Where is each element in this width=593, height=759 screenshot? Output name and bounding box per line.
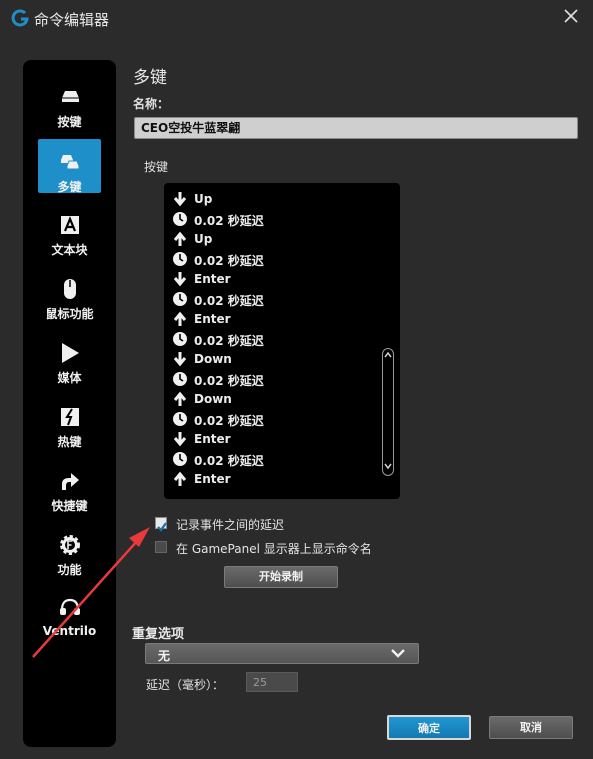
key-sequence-text: 0.02 秒延迟 (194, 254, 264, 268)
key-sequence-list[interactable]: Up 0.02 秒延迟 Up 0.02 秒延迟 Enter 0.02 秒延迟 Enter 0.… (164, 183, 400, 499)
record-delay-checkbox[interactable] (155, 517, 167, 532)
repeat-select-value: 无 (158, 649, 171, 663)
scrollbar-track[interactable] (382, 348, 394, 476)
key-sequence-item[interactable]: Down (172, 349, 382, 369)
sidebar-item-hotkey[interactable]: 热键 (23, 402, 116, 464)
sidebar-item-label: 媒体 (57, 371, 82, 385)
logitech-g-logo-icon (11, 9, 29, 27)
hotkey-icon (61, 408, 79, 426)
sidebar-item-label: 快捷键 (51, 499, 88, 513)
arrow-down-icon (173, 432, 187, 447)
arrow-down-icon (173, 272, 187, 287)
key-sequence-text: Enter (194, 312, 231, 326)
section-title: 多键 (133, 68, 167, 88)
key-sequence-item[interactable]: Enter (172, 469, 382, 489)
function-gear-icon (60, 535, 80, 555)
arrow-up-icon (173, 471, 187, 486)
key-sequence-item[interactable]: Enter (172, 309, 382, 329)
key-sequence-text: Down (194, 392, 232, 406)
key-sequence-text: Enter (194, 432, 231, 446)
key-sequence-item[interactable]: Enter (172, 429, 382, 449)
arrow-up-icon (173, 311, 187, 326)
key-sequence-item[interactable]: Up (172, 229, 382, 249)
delay-input[interactable]: 25 (246, 672, 298, 692)
key-sequence-item[interactable]: Enter (172, 269, 382, 289)
start-record-button[interactable]: 开始录制 (224, 566, 338, 588)
clock-icon (173, 332, 187, 346)
key-icon (62, 91, 79, 102)
cancel-button[interactable]: 取消 (489, 716, 573, 739)
sidebar-item-label: 多键 (57, 180, 82, 194)
key-sequence-text: Up (194, 232, 213, 246)
sidebar-item-label: 按键 (57, 115, 82, 129)
shortcut-arrow-icon (62, 473, 79, 490)
key-sequence-text: 0.02 秒延迟 (194, 294, 264, 308)
sidebar-item-text-block[interactable]: 文本块 (23, 210, 116, 272)
gamepanel-label: 在 GamePanel 显示器上显示命令名 (176, 542, 372, 556)
clock-icon (173, 212, 187, 226)
mouse-icon (64, 279, 76, 299)
key-sequence-text: Enter (194, 472, 231, 486)
clock-icon (173, 412, 187, 426)
key-sequence-item[interactable]: 0.02 秒延迟 (172, 449, 382, 469)
clock-icon (173, 372, 187, 386)
key-sequence-text: 0.02 秒延迟 (194, 334, 264, 348)
close-icon[interactable] (563, 8, 579, 24)
key-sequence-text: 0.02 秒延迟 (194, 374, 264, 388)
name-label: 名称： (133, 97, 170, 111)
sidebar-item-mouse[interactable]: 鼠标功能 (23, 274, 116, 336)
sidebar-item-function[interactable]: 功能 (23, 530, 116, 592)
key-sequence-text: Up (194, 192, 213, 206)
sidebar-item-shortcut[interactable]: 快捷键 (23, 466, 116, 528)
text-block-icon (61, 216, 79, 234)
headset-icon (60, 598, 80, 615)
key-sequence-text: 0.02 秒延迟 (194, 214, 264, 228)
key-sequence-item[interactable]: 0.02 秒延迟 (172, 289, 382, 309)
clock-icon (173, 292, 187, 306)
clock-icon (173, 452, 187, 466)
key-sequence-text: 0.02 秒延迟 (194, 454, 264, 468)
key-sequence-text: Enter (194, 272, 231, 286)
sidebar-item-ventrilo[interactable]: Ventrilo (23, 593, 116, 655)
sidebar-item-label: 功能 (57, 563, 82, 577)
repeat-options-title: 重复选项 (132, 627, 185, 642)
arrow-down-icon (173, 192, 187, 207)
gamepanel-checkbox[interactable] (155, 541, 167, 553)
name-input[interactable]: CEO空投牛蓝翠翩 (134, 117, 578, 139)
sidebar-item-label: 鼠标功能 (45, 307, 94, 321)
keys-label: 按键 (144, 160, 169, 174)
record-delay-label: 记录事件之间的延迟 (176, 518, 285, 532)
sidebar-item-label: 文本块 (51, 243, 88, 257)
clock-icon (173, 252, 187, 266)
sidebar-item-multi-key[interactable]: 多键 (23, 139, 116, 209)
arrow-down-icon (173, 352, 187, 367)
key-sequence-item[interactable]: 0.02 秒延迟 (172, 369, 382, 389)
chevron-up-icon[interactable] (382, 348, 394, 362)
chevron-down-icon[interactable] (382, 459, 394, 473)
checkmark-icon (157, 522, 167, 532)
delay-label: 延迟（毫秒）： (146, 678, 225, 692)
key-sequence-item[interactable]: Up (172, 189, 382, 209)
play-icon (62, 343, 79, 363)
key-sequence-item[interactable]: 0.02 秒延迟 (172, 209, 382, 229)
sidebar-item-key[interactable]: 按键 (23, 82, 116, 144)
sidebar-item-label: 热键 (57, 435, 82, 449)
key-sequence-item[interactable]: 0.02 秒延迟 (172, 249, 382, 269)
key-sequence-item[interactable]: 0.02 秒延迟 (172, 409, 382, 429)
arrow-up-icon (173, 391, 187, 406)
window-title: 命令编辑器 (34, 11, 110, 29)
arrow-up-icon (173, 231, 187, 246)
multi-key-icon (61, 155, 80, 170)
ok-button[interactable]: 确定 (387, 715, 471, 740)
key-sequence-text: 0.02 秒延迟 (194, 414, 264, 428)
command-type-sidebar: 按键 多键 文本块 鼠标功能 媒体 热键 快捷键 功能 Ventrilo (23, 60, 116, 747)
sidebar-item-label: Ventrilo (42, 624, 97, 638)
key-sequence-text: Down (194, 352, 232, 366)
key-sequence-item[interactable]: 0.02 秒延迟 (172, 329, 382, 349)
repeat-select[interactable]: 无 (145, 643, 419, 664)
key-sequence-item[interactable]: Down (172, 389, 382, 409)
chevron-down-icon (391, 649, 405, 658)
sidebar-item-media[interactable]: 媒体 (23, 338, 116, 400)
title-bar: 命令编辑器 (0, 0, 593, 36)
